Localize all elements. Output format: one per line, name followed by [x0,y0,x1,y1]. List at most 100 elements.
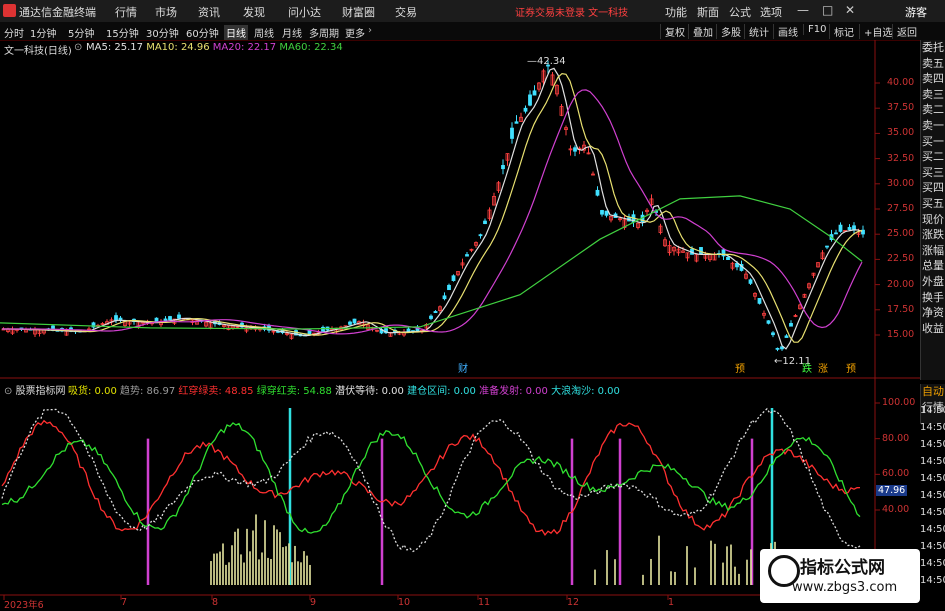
multi-stock-button[interactable]: 多股 [716,24,741,39]
menu-options[interactable]: 选项 [760,4,782,20]
sidebar-item-bid5[interactable]: 买五 [921,196,945,212]
watermark-url: www.zbgs3.com [792,580,898,595]
ma-readouts: MA5: 25.17 MA10: 24.96 MA20: 22.17 MA60:… [86,42,343,53]
period-tab-daily[interactable]: 日线 [224,25,248,40]
sidebar-item-bid3[interactable]: 买三 [921,165,945,181]
accumulation-bar [249,551,251,585]
candle-body [726,256,730,261]
indicator-readout: 绿穿红卖: 54.88 [256,386,336,397]
draw-line-button[interactable]: 画线 [773,24,798,39]
overlay-button[interactable]: 叠加 [688,24,713,39]
sidebar-item-bid4[interactable]: 买四 [921,180,945,196]
chevron-right-icon[interactable]: › [368,25,372,36]
period-tab-more[interactable]: 更多 [345,25,365,40]
login-notice[interactable]: 证券交易未登录 文一科技 [515,4,628,19]
event-marker: 预 [735,363,745,375]
sidebar-item-bid2[interactable]: 买二 [921,149,945,165]
menu-formula[interactable]: 公式 [729,4,751,20]
period-tab-weekly[interactable]: 周线 [254,25,274,40]
accumulation-bar [252,530,254,585]
sidebar-item-ask5[interactable]: 卖五 [921,56,945,72]
back-button[interactable]: 返回 [892,24,917,39]
date-tick-label: 12 [567,597,580,608]
sidebar-item-ask3[interactable]: 卖三 [921,87,945,103]
indicator-tick-label: 60.00 [882,468,910,480]
maximize-button[interactable]: □ [822,3,833,17]
close-button[interactable]: ✕ [845,3,855,17]
accumulation-bar [210,561,212,585]
indicator-readout: 潜伏等待: 0.00 [335,386,408,397]
accumulation-bar [650,558,652,585]
period-tab-60min[interactable]: 60分钟 [186,25,219,40]
sidebar-item-earnings[interactable]: 收益 [921,321,945,337]
accumulation-bar [710,540,712,585]
menu-item-market[interactable]: 市场 [155,4,177,20]
menu-item-hangqing[interactable]: 行情 [115,4,137,20]
indicator-readouts: 吸货: 0.00 趋势: 86.97 红穿绿卖: 48.85 绿穿红卖: 54.… [68,382,620,397]
time-readout: 14:50 [920,490,945,501]
price-tick-label: 32.50 [887,152,915,164]
kline-chart[interactable]: —42.34←12.11财预跌涨预 [0,40,920,609]
sidebar-item-change[interactable]: 涨跌 [921,227,945,243]
time-readout: 14:50 [920,575,945,586]
period-tab-30min[interactable]: 30分钟 [146,25,179,40]
sidebar-item-ask4[interactable]: 卖四 [921,71,945,87]
menu-item-discover[interactable]: 发现 [243,4,265,20]
candle-body [847,227,852,230]
price-grid [875,82,880,336]
accumulation-bar [273,525,275,585]
period-tab-1min[interactable]: 1分钟 [30,25,56,40]
statistics-button[interactable]: 统计 [744,24,769,39]
ma10-line [2,72,863,343]
accumulation-bar [722,562,724,585]
indicator-readout: 吸货: 0.00 [68,386,120,397]
price-tick-label: 30.00 [887,177,915,189]
sidebar-item-change-pct[interactable]: 涨幅 [921,243,945,259]
candle-body [433,311,438,314]
candle-body [604,210,609,216]
candle-body [834,232,838,235]
candle-body [528,94,532,106]
sidebar-item-outer[interactable]: 外盘 [921,274,945,290]
menu-function[interactable]: 功能 [665,4,687,20]
indicator-readout: 趋势: 86.97 [120,386,179,397]
sidebar-item-ask1[interactable]: 卖一 [921,118,945,134]
settings-circle-icon[interactable]: ⊙ [74,42,82,53]
accumulation-bar [658,535,660,585]
candle-body [163,318,168,321]
accumulation-bar [746,559,748,585]
candle-body [523,107,528,112]
sidebar-item-order[interactable]: 委托 [921,40,945,56]
menu-item-wealth[interactable]: 财富圈 [342,4,375,20]
sidebar-item-nav[interactable]: 净资 [921,305,945,321]
menu-item-ask[interactable]: 问小达 [288,4,321,20]
sidebar-item-auto[interactable]: 自动 [921,384,945,400]
guest-label[interactable]: 游客 [905,4,927,20]
period-tab-minute[interactable]: 分时 [4,25,24,40]
moving-average-lines [0,67,863,350]
sidebar-item-bid1[interactable]: 买一 [921,134,945,150]
time-readout: 14:50 [920,524,945,535]
restore-rights-button[interactable]: 复权 [660,24,685,39]
menu-layout[interactable]: 斯面 [697,4,719,20]
period-tab-15min[interactable]: 15分钟 [106,25,139,40]
period-tab-multi[interactable]: 多周期 [309,25,339,40]
high-price-label: —42.34 [527,56,566,67]
sidebar-item-volume[interactable]: 总量 [921,258,945,274]
candle-body [532,90,537,96]
add-watchlist-button[interactable]: +自选 [859,24,892,39]
candle-body [766,320,771,324]
period-tab-monthly[interactable]: 月线 [282,25,302,40]
indicator-settings-icon[interactable]: ⊙ [4,386,16,397]
sidebar-item-price[interactable]: 现价 [921,212,945,228]
mark-button[interactable]: 标记 [829,24,854,39]
f10-button[interactable]: F10 [803,24,826,35]
menu-item-trade[interactable]: 交易 [395,4,417,20]
period-tab-5min[interactable]: 5分钟 [68,25,94,40]
menu-item-news[interactable]: 资讯 [198,4,220,20]
minimize-button[interactable]: — [797,3,809,17]
sidebar-item-turnover[interactable]: 换手 [921,290,945,306]
accumulation-bar [750,549,752,585]
accumulation-bar [237,528,239,585]
sidebar-item-ask2[interactable]: 卖二 [921,102,945,118]
